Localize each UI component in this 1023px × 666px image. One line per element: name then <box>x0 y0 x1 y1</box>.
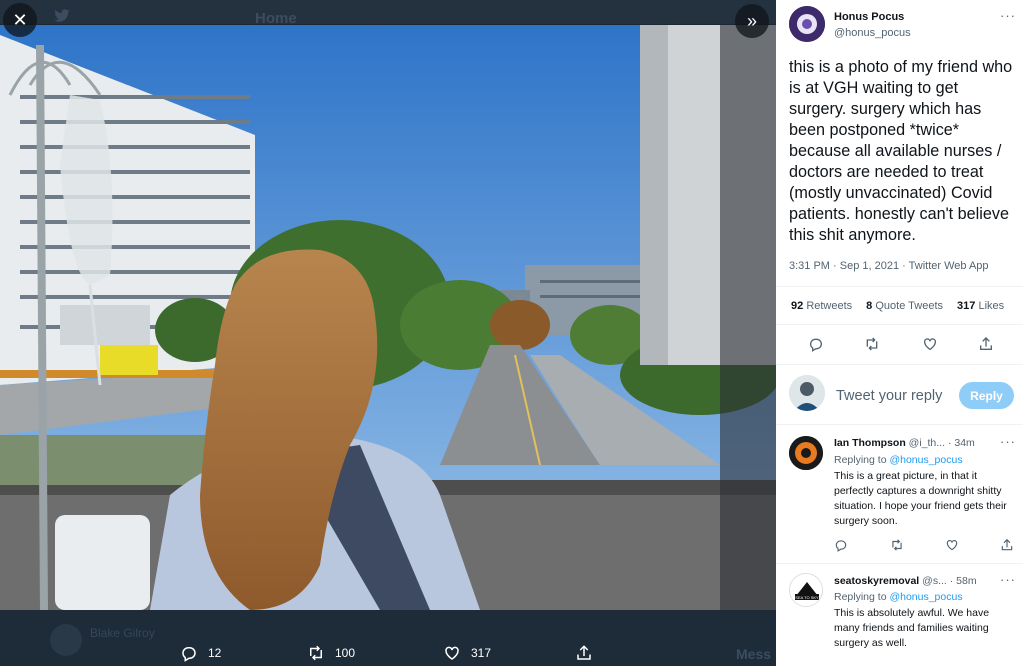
heart-icon <box>445 646 459 660</box>
current-user-avatar[interactable] <box>789 375 825 411</box>
svg-text:SEA TO SKY: SEA TO SKY <box>795 595 819 600</box>
tweet-detail-panel: Honus Pocus @honus_pocus ··· this is a p… <box>776 0 1023 666</box>
double-chevron-right-icon[interactable]: » <box>735 4 769 38</box>
viewer-reply-button[interactable]: 12 <box>180 644 221 662</box>
reply-author-name[interactable]: seatoskyremoval @s... · 58m <box>834 575 977 587</box>
author-avatar[interactable] <box>789 6 825 42</box>
tweet-timestamp[interactable]: 3:31 PM · Sep 1, 2021 · Twitter Web App <box>789 260 989 272</box>
background-header <box>0 0 776 24</box>
reply-icon[interactable] <box>808 336 824 352</box>
reply-button[interactable]: Reply <box>959 382 1014 409</box>
reply-icon[interactable] <box>834 538 848 552</box>
share-icon[interactable] <box>978 336 994 352</box>
share-icon[interactable] <box>1000 538 1014 552</box>
viewer-retweet-count: 100 <box>335 646 356 660</box>
replying-to-handle[interactable]: @honus_pocus <box>889 454 962 466</box>
tweet-actions <box>806 336 1006 354</box>
divider <box>776 324 1023 325</box>
media-viewer: Home ✕ » Blake Gilroy Mess 12 100 317 <box>0 0 776 666</box>
divider <box>776 563 1023 564</box>
quote-tweets-stat[interactable]: 8 Quote Tweets <box>866 300 943 312</box>
retweets-stat[interactable]: 92 Retweets <box>791 300 852 312</box>
retweet-icon[interactable] <box>890 538 904 552</box>
more-options-icon[interactable]: ··· <box>1000 8 1016 23</box>
tweet-stats: 92 Retweets 8 Quote Tweets 317 Likes <box>791 300 1018 312</box>
viewer-reply-count: 12 <box>208 646 222 660</box>
retweet-icon[interactable] <box>864 336 880 352</box>
divider <box>776 424 1023 425</box>
heart-icon[interactable] <box>922 336 938 352</box>
more-options-icon[interactable]: ··· <box>1000 572 1016 587</box>
background-avatar <box>50 624 82 656</box>
background-messages-label: Mess <box>736 646 772 662</box>
tweet-photo <box>0 25 776 610</box>
replying-to-line: Replying to @honus_pocus <box>834 591 963 603</box>
reply-text: This is a great picture, in that it perf… <box>834 470 1007 527</box>
close-icon[interactable]: ✕ <box>3 3 37 37</box>
reply-text: This is absolutely awful. We have many f… <box>834 607 990 649</box>
divider <box>776 364 1023 365</box>
viewer-retweet-button[interactable]: 100 <box>307 644 355 662</box>
reply-author-avatar[interactable] <box>789 436 823 470</box>
viewer-share-button[interactable] <box>575 644 603 662</box>
reply-actions <box>834 538 1014 554</box>
twitter-bird-icon <box>54 9 70 22</box>
viewer-like-button[interactable]: 317 <box>443 644 491 662</box>
viewer-like-count: 317 <box>471 646 492 660</box>
divider <box>776 286 1023 287</box>
more-options-icon[interactable]: ··· <box>1000 434 1016 449</box>
author-name[interactable]: Honus Pocus <box>834 11 904 23</box>
reply-author-avatar[interactable]: SEA TO SKY <box>789 573 823 607</box>
tweet-text: this is a photo of my friend who is at V… <box>789 58 1013 244</box>
author-handle[interactable]: @honus_pocus <box>834 27 911 39</box>
likes-stat[interactable]: 317 Likes <box>957 300 1004 312</box>
retweet-icon <box>310 645 322 661</box>
background-user-name: Blake Gilroy <box>90 626 155 640</box>
reply-author-name[interactable]: Ian Thompson @i_th... · 34m <box>834 437 975 449</box>
reply-input[interactable]: Tweet your reply <box>836 388 942 404</box>
replying-to-line: Replying to @honus_pocus <box>834 454 963 466</box>
reply-icon <box>182 647 196 662</box>
replying-to-handle[interactable]: @honus_pocus <box>889 591 962 603</box>
share-icon <box>577 645 591 660</box>
heart-icon[interactable] <box>945 538 959 552</box>
